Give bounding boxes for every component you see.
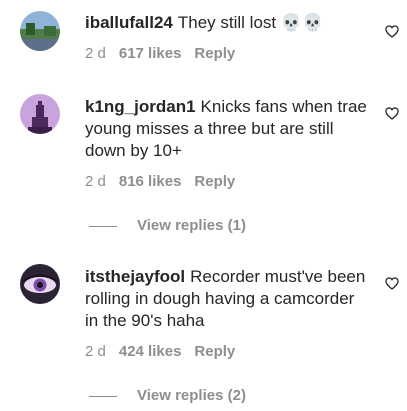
heart-outline-icon[interactable] [385, 277, 399, 290]
comment-meta: 2 d 424 likes Reply [85, 343, 370, 361]
view-replies-button[interactable]: View replies (1) [89, 217, 246, 235]
comment-likes[interactable]: 617 likes [119, 45, 182, 62]
comment-text-block: iballufall24 They still lost 💀💀 [85, 12, 370, 34]
comment-age: 2 d [85, 173, 106, 190]
comment-age: 2 d [85, 45, 106, 62]
comment-username[interactable]: iballufall24 [85, 13, 173, 32]
avatar-landscape-icon [20, 11, 60, 51]
comment-text-block: itsthejayfool Recorder must've been rolli… [85, 266, 370, 332]
reply-button[interactable]: Reply [194, 45, 235, 62]
comment-meta: 2 d 617 likes Reply [85, 45, 370, 63]
heart-outline-icon[interactable] [385, 107, 399, 120]
comment-meta: 2 d 816 likes Reply [85, 173, 370, 191]
divider-line [89, 395, 117, 397]
commenter-avatar[interactable] [20, 11, 60, 51]
view-replies-button[interactable]: View replies (2) [89, 387, 246, 405]
comment-likes[interactable]: 816 likes [119, 173, 182, 190]
reply-button[interactable]: Reply [194, 343, 235, 360]
commenter-avatar[interactable] [20, 94, 60, 134]
divider-line [89, 225, 117, 227]
comment-age: 2 d [85, 343, 106, 360]
comment-username[interactable]: k1ng_jordan1 [85, 97, 196, 116]
comment-username[interactable]: itsthejayfool [85, 267, 185, 286]
reply-button[interactable]: Reply [194, 173, 235, 190]
view-replies-label: View replies (2) [137, 387, 246, 404]
comment-text: They still lost 💀💀 [177, 13, 324, 32]
comment-text-block: k1ng_jordan1 Knicks fans when trae young … [85, 96, 370, 162]
avatar-eye-closeup-icon [20, 264, 60, 304]
avatar-tower-silhouette-icon [20, 94, 60, 134]
heart-outline-icon[interactable] [385, 25, 399, 38]
view-replies-label: View replies (1) [137, 217, 246, 234]
commenter-avatar[interactable] [20, 264, 60, 304]
comment-likes[interactable]: 424 likes [119, 343, 182, 360]
